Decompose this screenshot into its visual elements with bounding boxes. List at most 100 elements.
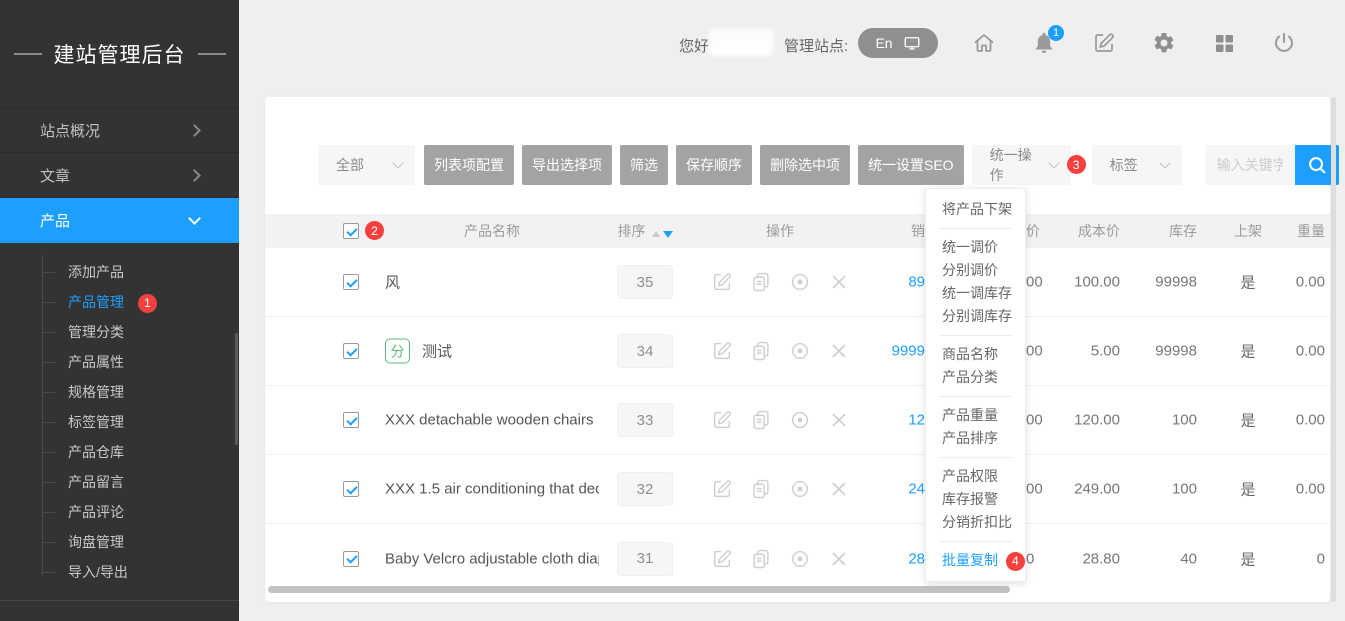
toolbar-button-export-selected[interactable]: 导出选择项 [522,145,612,185]
sort-input[interactable]: 32 [617,472,673,506]
batch-menu-item-stock-batch[interactable]: 统一调库存 [926,282,1025,305]
stock-value: 99998 [1117,343,1197,360]
sort-asc-icon[interactable] [652,231,660,237]
batch-menu-item-distribution-discount[interactable]: 分销折扣比 [926,511,1025,534]
copy-icon[interactable] [750,271,772,293]
weight-value: 0.00 [1255,481,1325,498]
vertical-scrollbar[interactable] [1331,97,1336,602]
edit-icon[interactable] [711,478,733,500]
sidebar-item-site-overview[interactable]: 站点概况 [0,108,239,153]
sidebar-subitem-label: 标签管理 [68,414,124,430]
sidebar-subitem-label: 规格管理 [68,384,124,400]
batch-menu-item-product-sort[interactable]: 产品排序 [926,427,1025,450]
sales-link[interactable]: 12 [825,412,925,429]
select-all-checkbox[interactable] [343,223,359,239]
sidebar-subitem-inquiry-manage[interactable]: 询盘管理 [0,527,239,557]
batch-menu-item-off-shelf[interactable]: 将产品下架 [926,198,1025,221]
batch-menu-item-stock-alert[interactable]: 库存报警 [926,488,1025,511]
sidebar-subitem-product-attrs[interactable]: 产品属性 [0,347,239,377]
copy-icon[interactable] [750,340,772,362]
batch-menu-item-product-title[interactable]: 商品名称 [926,343,1025,366]
view-icon[interactable] [789,271,811,293]
greeting-text: 您好 [679,35,709,56]
filter-all-dropdown[interactable]: 全部 [318,145,415,185]
row-checkbox[interactable] [343,412,359,428]
edit-icon[interactable] [711,409,733,431]
sidebar-subitem-add-product[interactable]: 添加产品 [0,257,239,287]
sales-link[interactable]: 24 [825,481,925,498]
sort-input[interactable]: 34 [617,334,673,368]
batch-menu-item-price-each[interactable]: 分别调价 [926,259,1025,282]
search-input[interactable] [1205,145,1295,185]
tag-dropdown-label: 标签 [1110,155,1138,175]
power-icon[interactable] [1271,30,1297,56]
batch-menu-item-label: 分别调价 [942,262,998,278]
toolbar-button-delete-selected[interactable]: 删除选中项 [760,145,850,185]
sidebar-subitem-product-warehouse[interactable]: 产品仓库 [0,437,239,467]
sidebar-subitem-spec-manage[interactable]: 规格管理 [0,377,239,407]
sort-input[interactable]: 35 [617,265,673,299]
batch-operation-label: 统一操作 [990,145,1041,185]
sales-link[interactable]: 89 [825,274,925,291]
row-checkbox[interactable] [343,481,359,497]
view-icon[interactable] [789,548,811,570]
sidebar-item-products[interactable]: 产品 [0,198,239,243]
row-checkbox[interactable] [343,551,359,567]
sidebar-nav: 站点概况 文章 产品 [0,107,239,243]
toolbar: 全部 列表项配置导出选择项筛选保存顺序删除选中项统一设置SEO 统一操作 3 标… [318,145,1339,185]
copy-icon[interactable] [750,548,772,570]
language-site-switch[interactable]: En [858,28,938,58]
sales-link[interactable]: 28 [825,550,925,567]
toolbar-button-batch-seo[interactable]: 统一设置SEO [858,145,964,185]
menu-divider [939,541,1012,542]
sidebar-subitem-product-manage[interactable]: 产品管理 1 [0,287,239,317]
bell-icon[interactable]: 1 [1031,30,1057,56]
sort-desc-icon[interactable] [663,231,673,238]
sidebar-subitem-product-comment[interactable]: 产品评论 [0,497,239,527]
view-icon[interactable] [789,409,811,431]
edit-icon[interactable] [711,271,733,293]
copy-icon[interactable] [750,478,772,500]
view-icon[interactable] [789,340,811,362]
sidebar-item-articles[interactable]: 文章 [0,153,239,198]
edit-icon[interactable] [1091,30,1117,56]
edit-icon[interactable] [711,548,733,570]
copy-icon[interactable] [750,409,772,431]
sort-input[interactable]: 33 [617,403,673,437]
horizontal-scrollbar[interactable] [268,586,1010,593]
sidebar-subitem-label: 管理分类 [68,324,124,340]
sort-input[interactable]: 31 [617,542,673,576]
sidebar-scrollbar[interactable] [235,333,238,445]
batch-menu-item-batch-copy[interactable]: 批量复制 4 [926,549,1025,572]
language-label: En [875,35,892,51]
table-body: 风 35 [265,248,1330,593]
row-checkbox[interactable] [343,274,359,290]
home-icon[interactable] [971,30,997,56]
batch-menu-item-product-category[interactable]: 产品分类 [926,366,1025,389]
username-redacted [709,29,773,56]
edit-icon[interactable] [711,340,733,362]
batch-menu-item-price-batch[interactable]: 统一调价 [926,236,1025,259]
sidebar-subitem-import-export[interactable]: 导入/导出 [0,557,239,587]
toolbar-button-filter[interactable]: 筛选 [620,145,668,185]
sales-link[interactable]: 9999 [825,343,925,360]
sidebar-subitem-tag-manage[interactable]: 标签管理 [0,407,239,437]
grid-icon[interactable] [1211,30,1237,56]
row-checkbox[interactable] [343,343,359,359]
batch-menu-item-product-weight[interactable]: 产品重量 [926,404,1025,427]
tag-dropdown[interactable]: 标签 [1092,145,1182,185]
batch-menu-item-product-permission[interactable]: 产品权限 [926,465,1025,488]
toolbar-button-save-order[interactable]: 保存顺序 [676,145,752,185]
chevron-down-icon [1048,157,1059,168]
stock-value: 99998 [1117,274,1197,291]
view-icon[interactable] [789,478,811,500]
batch-operation-dropdown[interactable]: 统一操作 3 [972,145,1071,185]
toolbar-button-list-config[interactable]: 列表项配置 [424,145,514,185]
sidebar-subitem-category-manage[interactable]: 管理分类 [0,317,239,347]
sidebar-subitem-label: 询盘管理 [68,534,124,550]
sidebar-subitem-product-message[interactable]: 产品留言 [0,467,239,497]
gear-icon[interactable] [1151,30,1177,56]
product-name-cell: Baby Velcro adjustable cloth diap [385,550,599,567]
batch-menu-item-stock-each[interactable]: 分别调库存 [926,305,1025,328]
step-badge-2: 2 [365,221,384,240]
